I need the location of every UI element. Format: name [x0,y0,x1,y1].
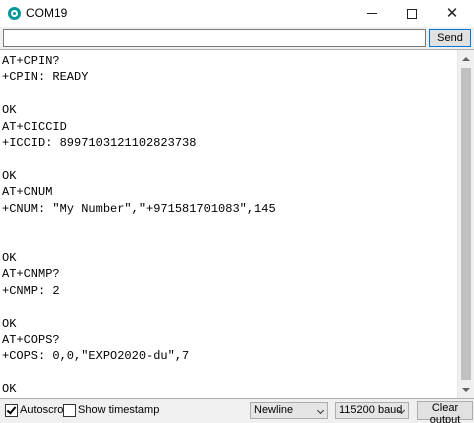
output-text: AT+CPIN? +CPIN: READY OK AT+CICCID +ICCID: … [2,53,456,398]
arrow-down-icon [462,387,470,392]
output-line: OK [2,103,17,118]
show-timestamp-checkbox[interactable] [63,404,76,417]
maximize-icon [407,8,417,19]
autoscroll-checkbox[interactable] [5,404,18,417]
scroll-up-button[interactable] [458,50,474,67]
baud-rate-value: 115200 baud [339,404,403,416]
chevron-down-icon [316,406,325,415]
output-line: OK [2,250,17,265]
arrow-up-icon [462,56,470,61]
output-line: OK [2,168,17,183]
output-line: AT+CPIN? [2,54,60,68]
close-button[interactable]: ✕ [432,0,472,27]
serial-output[interactable]: AT+CPIN? +CPIN: READY OK AT+CICCID +ICCID: … [0,49,474,399]
output-line: +CNMP: 2 [2,283,60,298]
minimize-icon [367,13,377,14]
arduino-icon [8,7,21,20]
output-line: AT+COPS? [2,332,60,347]
autoscroll-label: Autoscroll [20,404,69,416]
output-line: +ICCID: 8997103121102823738 [2,136,197,151]
output-line: +CPIN: READY [2,70,89,85]
output-line: AT+CNMP? [2,267,60,282]
send-button[interactable]: Send [429,29,471,47]
checkmark-icon [6,404,17,415]
status-bar: Autoscroll Show timestamp Newline 115200… [0,399,474,423]
output-line: +CNUM: "My Number","+971581701083",145 [2,201,276,216]
maximize-button[interactable] [392,0,432,27]
baud-rate-select[interactable]: 115200 baud [335,402,409,419]
output-line: +COPS: 0,0,"EXPO2020-du",7 [2,349,190,364]
serial-input[interactable] [3,29,426,47]
show-timestamp-label: Show timestamp [78,404,160,416]
window-title: COM19 [26,6,68,20]
title-bar: COM19 ✕ [0,0,474,27]
close-icon: ✕ [445,5,459,22]
line-ending-select[interactable]: Newline [250,402,328,419]
scroll-down-button[interactable] [458,381,474,398]
send-row: Send [0,27,474,49]
output-line: OK [2,382,17,397]
minimize-button[interactable] [352,0,392,27]
output-line: OK [2,316,17,331]
clear-output-button[interactable]: Clear output [417,401,473,423]
vertical-scrollbar[interactable] [457,50,474,398]
output-line: AT+CNUM [2,185,53,200]
output-line: AT+CICCID [2,119,67,134]
line-ending-value: Newline [254,404,294,416]
scroll-thumb[interactable] [461,68,471,380]
